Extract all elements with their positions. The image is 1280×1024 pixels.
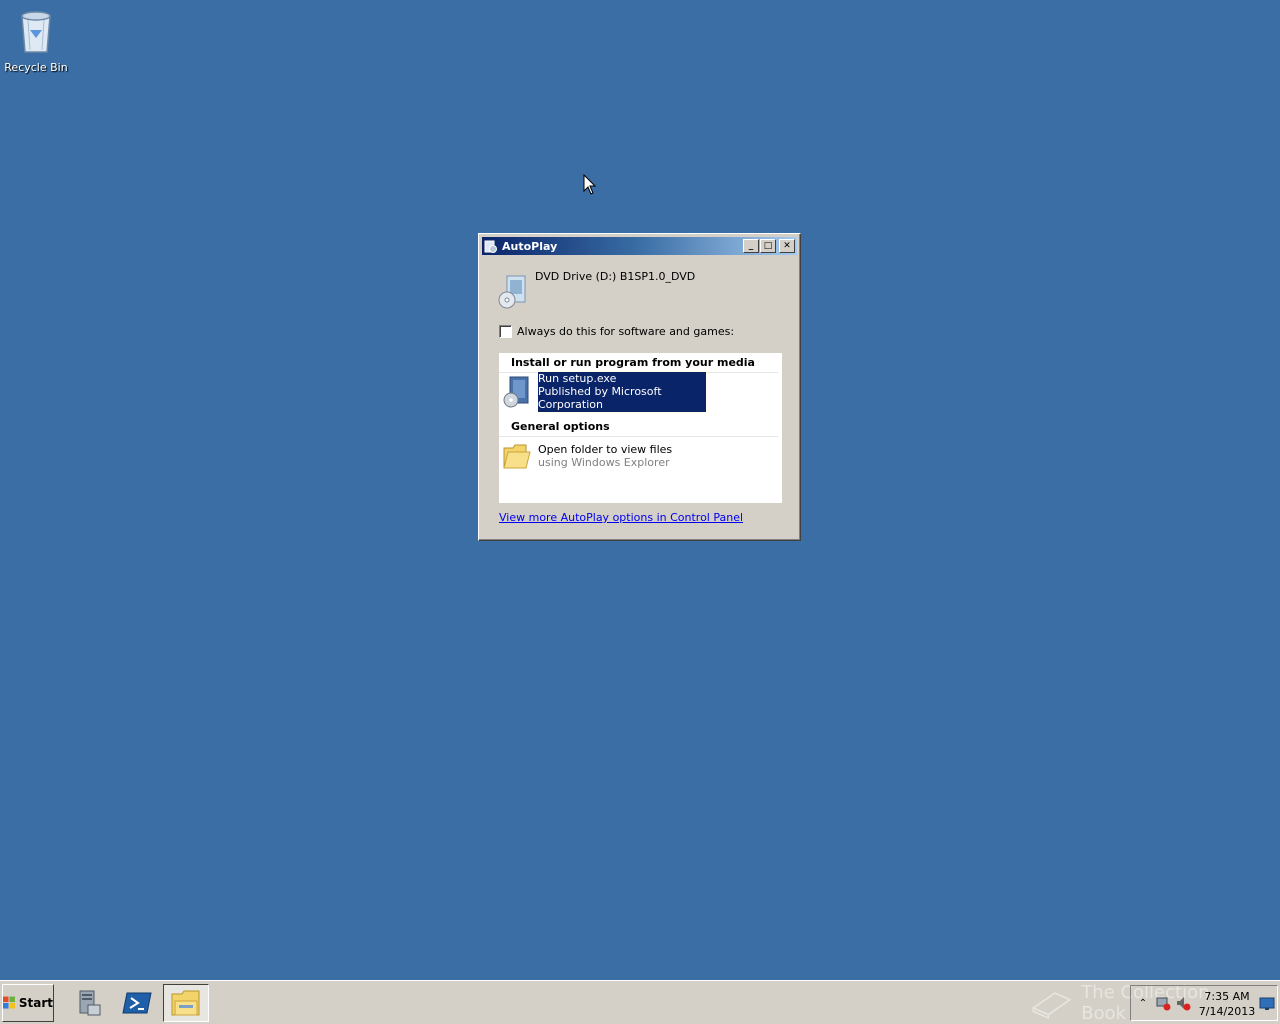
maximize-button[interactable]: □ [760,239,776,253]
maximize-icon: □ [763,240,773,251]
title-bar[interactable]: AutoPlay _ □ ✕ [482,237,797,255]
window-title: AutoPlay [502,239,558,253]
show-desktop-icon[interactable] [1259,995,1275,1011]
network-status-icon[interactable] [1155,995,1171,1011]
taskbar-server-manager[interactable] [65,984,111,1022]
autoplay-window[interactable]: AutoPlay _ □ ✕ DVD Drive (D:) B1SP1.0_DV… [478,233,801,541]
windows-logo-icon [3,996,15,1009]
taskbar-powershell[interactable] [114,984,160,1022]
option-run-setup-text: Run setup.exe Published by Microsoft Cor… [537,371,707,413]
mouse-cursor-icon [583,174,597,195]
volume-icon[interactable] [1175,995,1191,1011]
clock-time: 7:35 AM [1204,990,1250,1003]
setup-icon [503,376,529,408]
minimize-button[interactable]: _ [743,239,759,253]
desktop-icon-recycle-bin[interactable]: Recycle Bin [4,6,68,75]
section-heading-general: General options [499,417,778,437]
drive-label: DVD Drive (D:) B1SP1.0_DVD [535,270,696,283]
network-icon [1156,997,1171,1011]
always-do-this-checkbox[interactable] [499,325,512,338]
taskbar-windows-explorer[interactable] [163,984,209,1022]
folder-icon [503,444,531,469]
start-label: Start [18,996,53,1010]
always-do-this-label: Always do this for software and games: [517,325,735,338]
system-tray: ⌃ 7:35 AM 7/14/2013 [1130,985,1278,1021]
explorer-folder-icon [171,990,200,1016]
option-run-setup[interactable]: Run setup.exe Published by Microsoft Cor… [499,371,782,413]
close-button[interactable]: ✕ [779,239,795,253]
close-icon: ✕ [783,240,791,251]
drive-header: DVD Drive (D:) B1SP1.0_DVD [497,270,695,310]
dvd-drive-icon [498,275,526,309]
always-do-this-row[interactable]: Always do this for software and games: [499,325,734,338]
option-open-folder[interactable]: Open folder to view files using Windows … [499,437,782,475]
section-heading-install: Install or run program from your media [499,353,778,373]
speaker-muted-icon [1177,997,1191,1011]
book-watermark-icon [1031,992,1072,1020]
powershell-icon [122,992,152,1014]
option-subtitle: using Windows Explorer [538,456,670,469]
option-publisher: Published by Microsoft Corporation [538,385,662,411]
server-manager-icon [79,990,101,1016]
option-title: Run setup.exe [538,372,617,385]
start-button[interactable]: Start [2,984,54,1022]
option-title: Open folder to view files [538,443,673,456]
clock[interactable]: 7:35 AM 7/14/2013 [1197,989,1257,1019]
option-open-folder-text: Open folder to view files using Windows … [538,443,672,469]
autoplay-options-panel: Install or run program from your media R… [499,353,782,503]
chevron-up-icon: ⌃ [1138,997,1148,1009]
show-hidden-icons-button[interactable]: ⌃ [1135,995,1151,1011]
desktop-icon-label: Recycle Bin [4,61,68,74]
clock-date: 7/14/2013 [1198,1005,1256,1018]
minimize-icon: _ [748,240,754,251]
autoplay-app-icon [484,240,497,253]
control-panel-link[interactable]: View more AutoPlay options in Control Pa… [499,511,743,524]
recycle-bin-icon [21,11,51,53]
taskbar: Start The Collection Book ⌃ 7:35 AM 7/14… [0,980,1280,1024]
